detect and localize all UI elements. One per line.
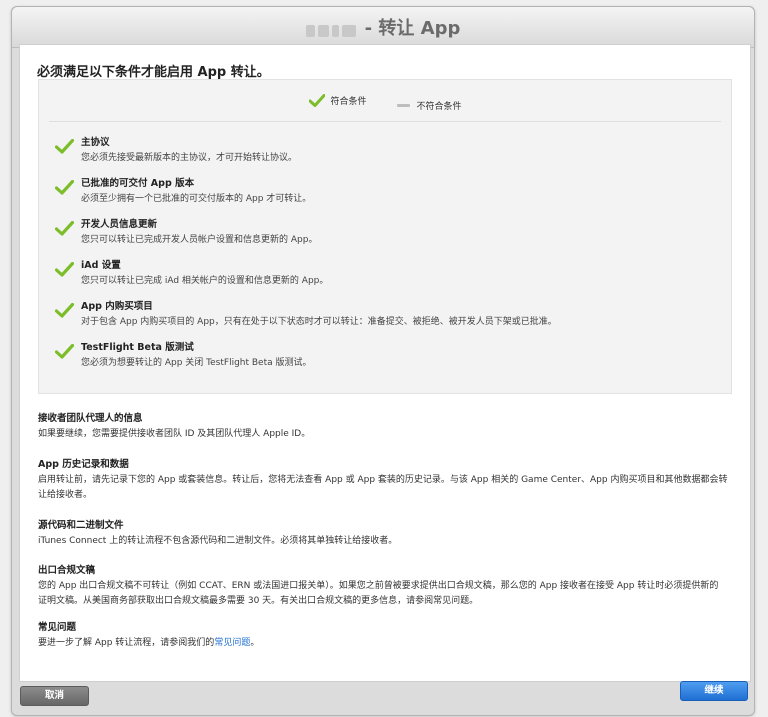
check-icon — [55, 221, 74, 236]
requirement-title: 开发人员信息更新 — [81, 219, 158, 230]
faq-text-suffix: 。 — [250, 638, 260, 648]
requirement-desc: 您必须为想要转让的 App 关闭 TestFlight Beta 版测试。 — [81, 358, 312, 368]
cancel-button[interactable]: 取消 — [20, 686, 89, 706]
check-icon — [55, 303, 74, 318]
check-icon — [55, 180, 74, 195]
legend-not-met-label: 不符合条件 — [416, 102, 462, 112]
section-export-compliance: 出口合规文稿 您的 App 出口合规文稿不可转让（例如 CCAT、ERN 或法国… — [38, 562, 730, 609]
window-title-text: - 转让 App — [364, 18, 461, 39]
check-icon — [55, 262, 74, 277]
window-title: - 转让 App — [305, 7, 461, 47]
legend-met-label: 符合条件 — [330, 97, 367, 107]
section-body: iTunes Connect 上的转让流程不包含源代码和二进制文件。必须将其单独… — [38, 536, 398, 546]
section-title: 常见问题 — [38, 622, 77, 633]
title-bar: - 转让 App — [12, 7, 754, 48]
section-body-line: 启用转让前，请先记录下您的 App 或套装信息。转让后，您将无法查看 App 或… — [38, 475, 728, 485]
section-faq: 常见问题 要进一步了解 App 转让流程，请参阅我们的常见问题。 — [38, 619, 730, 651]
requirement-desc: 您只可以转让已完成开发人员帐户设置和信息更新的 App。 — [81, 235, 318, 245]
faq-text: 要进一步了解 App 转让流程，请参阅我们的 — [38, 638, 215, 648]
requirement-title: iAd 设置 — [81, 260, 121, 271]
legend-met: 符合条件 — [308, 94, 367, 107]
requirement-desc: 您只可以转让已完成 iAd 相关帐户的设置和信息更新的 App。 — [81, 276, 329, 286]
content-sheet: 必须满足以下条件才能启用 App 转让。 符合条件 不符合条件 主协议 您必须先… — [19, 44, 751, 682]
section-body: 您的 App 出口合规文稿不可转让（例如 CCAT、ERN 或法国进口报关单）。… — [38, 579, 730, 609]
section-body-line: 证明文稿。从美国商务部获取出口合规文稿最多需要 30 天。有关出口合规文稿的更多… — [38, 596, 479, 606]
section-title: 接收者团队代理人的信息 — [38, 413, 143, 424]
requirement-desc: 您必须先接受最新版本的主协议，才可开始转让协议。 — [81, 153, 298, 163]
section-body-line: 您的 App 出口合规文稿不可转让（例如 CCAT、ERN 或法国进口报关单）。… — [38, 581, 719, 591]
section-body-line: 让给接收者。 — [38, 490, 93, 500]
section-title: 出口合规文稿 — [38, 565, 96, 576]
section-recipient-info: 接收者团队代理人的信息 如果要继续，您需要提供接收者团队 ID 及其团队代理人 … — [38, 410, 730, 442]
section-source-binary: 源代码和二进制文件 iTunes Connect 上的转让流程不包含源代码和二进… — [38, 517, 730, 549]
section-body: 如果要继续，您需要提供接收者团队 ID 及其团队代理人 Apple ID。 — [38, 429, 311, 439]
requirement-title: 已批准的可交付 App 版本 — [81, 178, 195, 189]
requirement-desc: 必须至少拥有一个已批准的可交付版本的 App 才可转让。 — [81, 194, 312, 204]
check-icon — [308, 94, 325, 107]
legend-not-met: 不符合条件 — [397, 99, 461, 112]
transfer-dialog-window: - 转让 App 必须满足以下条件才能启用 App 转让。 符合条件 不符合条件 — [11, 6, 755, 716]
requirements-panel: 符合条件 不符合条件 主协议 您必须先接受最新版本的主协议，才可开始转让协议。 … — [38, 79, 732, 394]
legend: 符合条件 不符合条件 — [39, 94, 731, 112]
section-title: App 历史记录和数据 — [38, 459, 129, 470]
check-icon — [55, 344, 74, 359]
section-body: 要进一步了解 App 转让流程，请参阅我们的常见问题。 — [38, 636, 730, 651]
legend-divider — [49, 121, 721, 122]
faq-link[interactable]: 常见问题 — [214, 638, 250, 648]
requirement-desc: 对于包含 App 内购买项目的 App，只有在处于以下状态时才可以转让：准备提交… — [81, 317, 557, 327]
check-icon — [55, 139, 74, 154]
requirement-title: App 内购买项目 — [81, 301, 153, 312]
requirement-title: TestFlight Beta 版测试 — [81, 342, 194, 353]
requirement-title: 主协议 — [81, 137, 110, 148]
section-title: 源代码和二进制文件 — [38, 520, 124, 531]
redacted-app-name — [305, 21, 359, 37]
section-history-data: App 历史记录和数据 启用转让前，请先记录下您的 App 或套装信息。转让后，… — [38, 456, 730, 503]
continue-button[interactable]: 继续 — [680, 681, 748, 701]
section-body: 启用转让前，请先记录下您的 App 或套装信息。转让后，您将无法查看 App 或… — [38, 473, 730, 503]
page-heading: 必须满足以下条件才能启用 App 转让。 — [37, 65, 270, 80]
dash-icon — [397, 104, 411, 107]
